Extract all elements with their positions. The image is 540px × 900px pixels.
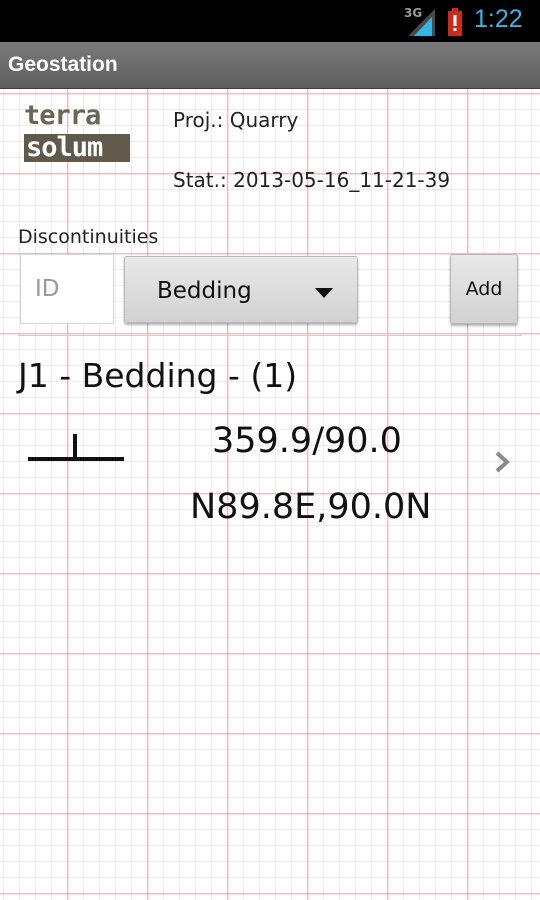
logo-word-terra: terra <box>24 100 101 131</box>
divider <box>18 335 522 336</box>
app-bar: Geostation <box>0 42 540 89</box>
chevron-right-icon <box>495 451 510 473</box>
discontinuities-label: Discontinuities <box>18 226 159 248</box>
status-bar: 3G 1:22 <box>0 0 540 42</box>
add-button[interactable]: Add <box>450 254 518 324</box>
strike-value: N89.8E,90.0N <box>190 487 432 527</box>
signal-icon <box>408 9 435 36</box>
battery-alert-icon <box>448 8 462 36</box>
dropdown-arrow-icon <box>315 288 333 298</box>
strike-dip-symbol-icon <box>28 434 124 461</box>
entry-title: J1 - Bedding - (1) <box>18 356 298 395</box>
project-label: Proj.: Quarry <box>173 108 299 132</box>
discontinuity-type-value: Bedding <box>157 278 252 304</box>
logo-word-solum: solum <box>24 134 130 162</box>
id-input[interactable] <box>20 254 114 324</box>
station-label: Stat.: 2013-05-16_11-21-39 <box>173 168 451 192</box>
terra-solum-logo: terra solum <box>24 100 130 162</box>
dip-direction-value: 359.9/90.0 <box>212 421 402 461</box>
clock: 1:22 <box>474 5 523 33</box>
app-title: Geostation <box>8 53 118 76</box>
discontinuity-type-select[interactable]: Bedding <box>124 256 358 323</box>
